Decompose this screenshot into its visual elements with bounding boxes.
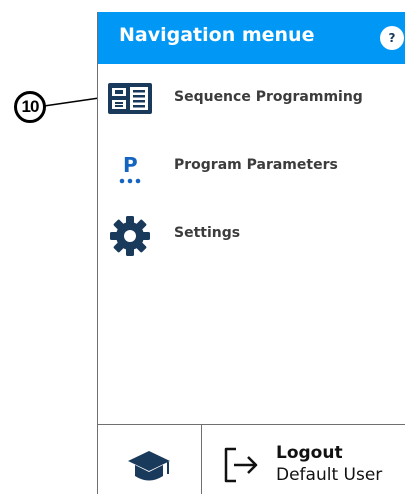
- current-user-name: Default User: [276, 465, 383, 485]
- menu-item-label: Sequence Programming: [174, 89, 363, 105]
- help-button[interactable]: ?: [380, 26, 404, 50]
- sequence-list-icon: [108, 83, 152, 114]
- menu-item-program-parameters[interactable]: P Program Parameters: [98, 140, 405, 196]
- callout-marker: 10: [14, 91, 46, 123]
- menu-item-settings[interactable]: Settings: [98, 208, 405, 264]
- logout-label: Logout: [276, 443, 343, 463]
- navigation-panel: Navigation menue ? Sequence Programming: [97, 12, 405, 494]
- logout-button[interactable]: Logout Default User: [202, 425, 405, 494]
- menu-item-label: Program Parameters: [174, 157, 338, 173]
- menu-item-label: Settings: [174, 225, 241, 241]
- logout-arrow-icon: [224, 447, 258, 483]
- panel-title: Navigation menue: [119, 24, 315, 46]
- graduation-cap-icon[interactable]: [126, 447, 172, 487]
- help-icon: ?: [388, 31, 396, 45]
- panel-footer: Logout Default User: [98, 424, 405, 494]
- screen: 10 Navigation menue ? Sequence Programmi…: [0, 0, 405, 494]
- parameter-p-icon: P: [119, 153, 141, 184]
- svg-text:P: P: [123, 153, 138, 177]
- callout-number: 10: [21, 97, 40, 116]
- panel-header: Navigation menue ?: [98, 12, 405, 64]
- gear-icon: [110, 216, 150, 256]
- menu-item-sequence-programming[interactable]: Sequence Programming: [98, 72, 405, 128]
